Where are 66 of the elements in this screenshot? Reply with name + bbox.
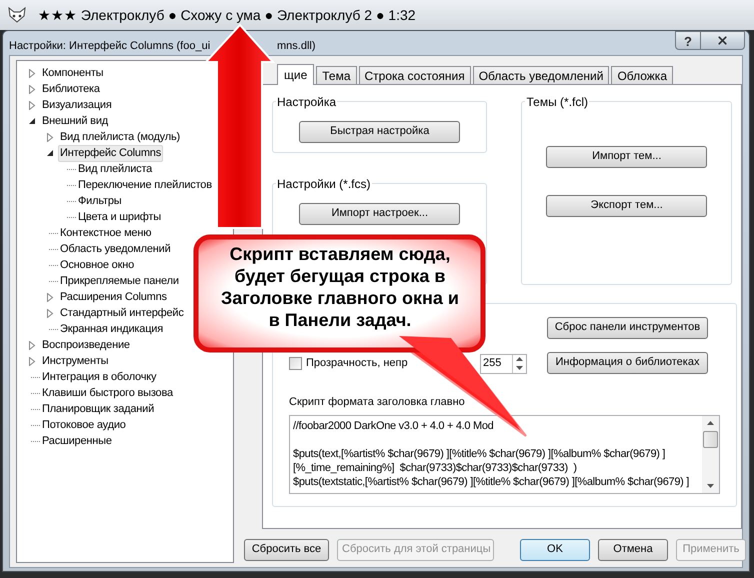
push-button[interactable]: Импорт тем... bbox=[546, 146, 708, 168]
tab[interactable]: Область уведомлений bbox=[472, 66, 610, 84]
tree-item[interactable]: Внешний вид bbox=[40, 113, 110, 130]
tree-item[interactable]: Воспроизведение bbox=[40, 337, 132, 354]
close-button[interactable] bbox=[701, 31, 745, 50]
code-line: //foobar2000 DarkOne v3.0 + 4.0 + 4.0 Mod bbox=[293, 419, 495, 433]
tree-item[interactable]: Контекстное меню bbox=[58, 225, 154, 242]
spin-arrows-icon[interactable] bbox=[512, 354, 526, 372]
tree-item[interactable]: Прикрепляемые панели bbox=[58, 273, 181, 290]
tree-item[interactable]: Стандартный интерфейс bbox=[58, 305, 186, 322]
tree-item[interactable]: Основное окно bbox=[58, 257, 136, 274]
push-button[interactable]: Информация о библиотеках bbox=[547, 352, 708, 374]
push-button[interactable]: Отмена bbox=[598, 538, 668, 560]
tree-item[interactable]: Экранная индикация bbox=[58, 321, 165, 338]
group-title: Настройки (*.fcs) bbox=[276, 176, 372, 192]
push-button[interactable]: Быстрая настройка bbox=[299, 120, 460, 142]
tab[interactable]: Строка состояния bbox=[358, 66, 471, 84]
tree-item[interactable]: Интеграция в оболочку bbox=[40, 369, 158, 386]
tree-item[interactable]: Компоненты bbox=[40, 65, 106, 82]
help-button[interactable]: ? bbox=[675, 31, 701, 50]
group-title: Темы (*.fcl) bbox=[525, 94, 590, 110]
tree-item[interactable]: Клавиши быстрого вызова bbox=[40, 385, 175, 402]
tree-item[interactable]: Фильтры bbox=[76, 193, 124, 210]
tree-item[interactable]: Расширения Columns bbox=[58, 289, 169, 306]
tree-item[interactable]: Библиотека bbox=[40, 81, 102, 98]
close-icon[interactable] bbox=[716, 34, 729, 47]
dialog-title: Настройки: Интерфейс Columns (foo_ui bbox=[9, 39, 210, 54]
push-button[interactable]: OK bbox=[520, 538, 590, 560]
tree-item[interactable]: Цвета и шрифты bbox=[76, 209, 163, 226]
tab[interactable]: щие bbox=[277, 64, 314, 84]
scroll-thumb[interactable] bbox=[703, 431, 718, 448]
push-button[interactable]: Сбросить все bbox=[244, 538, 329, 560]
tree-item[interactable]: Потоковое аудио bbox=[40, 417, 128, 434]
script-text-area[interactable] bbox=[289, 415, 720, 494]
tree-item[interactable]: Переключение плейлистов bbox=[76, 177, 214, 194]
main-window-title: ★★★ Электроклуб ● Схожу с ума ● Электроклуб 2 ● 1:32 bbox=[38, 6, 416, 25]
expander-icon[interactable] bbox=[28, 117, 36, 126]
code-line: [%_time_remaining%] $char(9733)$char(9733)$char(9733) ) bbox=[293, 461, 578, 475]
scroll-up-icon[interactable] bbox=[707, 421, 714, 425]
tab[interactable]: Тема bbox=[316, 66, 357, 84]
tree-item[interactable]: Планировщик заданий bbox=[40, 401, 156, 418]
tree-item[interactable]: Расширенные bbox=[40, 433, 114, 450]
spin-value: 255 bbox=[482, 356, 502, 372]
tree-item[interactable]: Инструменты bbox=[40, 353, 110, 370]
animal-head-icon bbox=[8, 7, 26, 23]
group-title: Настройка bbox=[276, 94, 338, 110]
vertical-scrollbar[interactable] bbox=[702, 416, 719, 493]
scroll-down-icon[interactable] bbox=[707, 484, 714, 488]
dialog-title: mns.dll) bbox=[277, 39, 316, 54]
tree-item[interactable]: Визуализация bbox=[40, 97, 114, 114]
expander-icon[interactable] bbox=[46, 149, 54, 158]
code-line: $puts(textstatic,[%artist% $char(9679) ][%title% $char(9679) ][%album% $char(9679) ] bbox=[293, 475, 690, 489]
checkbox-label: Прозрачность, непр bbox=[306, 356, 408, 372]
tree-item[interactable]: Область уведомлений bbox=[58, 241, 173, 258]
callout-text: Скрипт вставляем сюда, будет бегущая строка в Заголовке главного окна и в Панели задач. bbox=[220, 243, 460, 331]
code-line: $puts(text,[%artist% $char(9679) ][%title% $char(9679) ][%album% $char(9679) ] bbox=[293, 447, 666, 461]
push-button[interactable]: Экспорт тем... bbox=[546, 194, 708, 216]
tab[interactable]: Обложка bbox=[611, 66, 673, 84]
script-label: Скрипт формата заголовка главно bbox=[289, 394, 466, 410]
tree-item[interactable]: Вид плейлиста (модуль) bbox=[58, 129, 182, 146]
spin-field[interactable]: 255 bbox=[480, 354, 527, 374]
tree-item[interactable]: Интерфейс Columns bbox=[58, 145, 164, 162]
tree-item[interactable]: Вид плейлиста bbox=[76, 161, 154, 178]
push-button[interactable]: Сброс панели инструментов bbox=[547, 316, 708, 338]
checkbox[interactable] bbox=[289, 357, 302, 370]
push-button[interactable]: Импорт настроек... bbox=[299, 202, 460, 224]
